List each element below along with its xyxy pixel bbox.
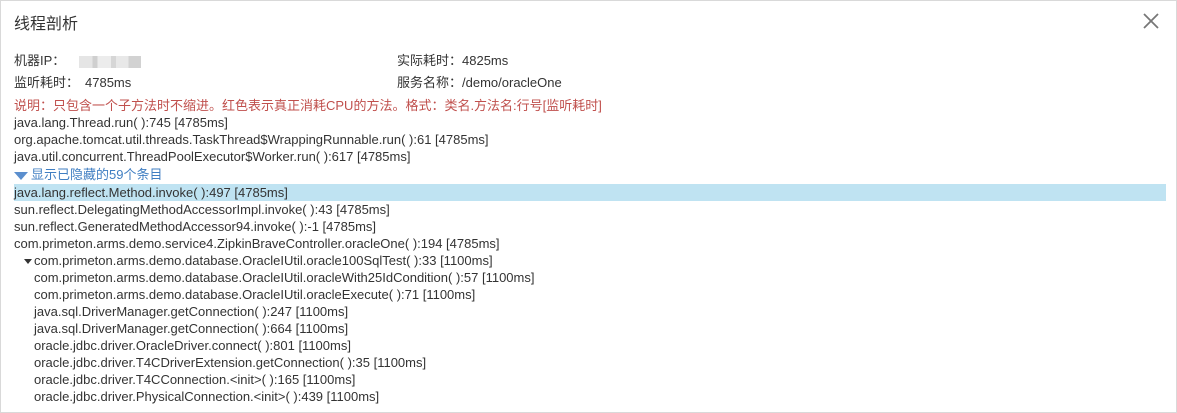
ip-masked-value (79, 55, 142, 68)
expand-triangle-icon (14, 171, 28, 180)
trace-node-expanded[interactable]: com.primeton.arms.demo.database.OracleIU… (14, 252, 1166, 269)
ip-field: 机器IP： (14, 50, 142, 69)
close-icon[interactable] (1140, 10, 1162, 32)
trace-line: com.primeton.arms.demo.service4.ZipkinBr… (14, 236, 500, 251)
trace-line: java.sql.DriverManager.getConnection( ):… (34, 321, 349, 336)
thread-profile-dialog: 线程剖析 机器IP： 实际耗时：4825ms 监听耗时： 4785ms 服务名称：… (0, 0, 1177, 413)
actual-time-value: 4825ms (462, 53, 509, 68)
trace-line: sun.reflect.DelegatingMethodAccessorImpl… (14, 202, 390, 217)
service-name-field: 服务名称：/demo/oracleOne (397, 72, 562, 91)
description-note: 说明：只包含一个子方法时不缩进。红色表示真正消耗CPU的方法。格式：类名.方法名… (14, 98, 602, 113)
trace-line: java.lang.Thread.run( ):745 [4785ms] (14, 115, 228, 130)
trace-line: com.primeton.arms.demo.database.OracleIU… (34, 287, 476, 302)
show-hidden-entries-label: 显示已隐藏的59个条目 (31, 167, 163, 182)
actual-time-label: 实际耗时： (397, 53, 463, 68)
dialog-title: 线程剖析 (14, 16, 79, 33)
trace-line: sun.reflect.GeneratedMethodAccessor94.in… (14, 219, 377, 234)
trace-line: oracle.jdbc.driver.T4CConnection.<init>(… (34, 372, 356, 387)
ip-label: 机器IP： (14, 53, 66, 68)
trace-line: java.sql.DriverManager.getConnection( ):… (34, 304, 349, 319)
trace-node-label: com.primeton.arms.demo.database.OracleIU… (34, 253, 493, 268)
trace-line: oracle.jdbc.driver.T4CDriverExtension.ge… (34, 355, 427, 370)
collapse-triangle-icon[interactable] (24, 259, 32, 265)
trace-line: oracle.jdbc.driver.PhysicalConnection.<i… (34, 389, 380, 404)
trace-line: org.apache.tomcat.util.threads.TaskThrea… (14, 132, 489, 147)
monitor-time-field: 监听耗时： 4785ms (14, 72, 131, 91)
trace-line-highlighted[interactable]: java.lang.reflect.Method.invoke( ):497 [… (14, 184, 1166, 201)
stack-trace: java.lang.Thread.run( ):745 [4785ms] org… (14, 114, 1166, 405)
actual-time-field: 实际耗时：4825ms (397, 50, 508, 69)
monitor-time-value: 4785ms (85, 75, 132, 90)
trace-line: com.primeton.arms.demo.database.OracleIU… (34, 270, 535, 285)
monitor-time-label: 监听耗时： (14, 75, 80, 90)
service-name-label: 服务名称： (397, 75, 463, 90)
service-name-value: /demo/oracleOne (462, 75, 562, 90)
show-hidden-entries-toggle[interactable]: 显示已隐藏的59个条目 (14, 165, 1166, 184)
trace-line: java.util.concurrent.ThreadPoolExecutor$… (14, 149, 411, 164)
trace-line: oracle.jdbc.driver.OracleDriver.connect(… (34, 338, 351, 353)
